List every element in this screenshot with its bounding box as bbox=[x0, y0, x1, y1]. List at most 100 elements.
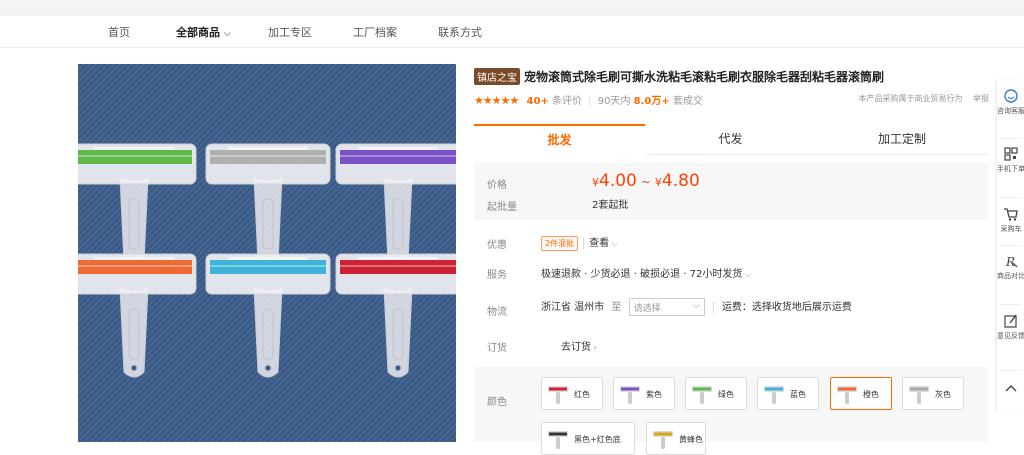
sidebar-label: 采购车 bbox=[1000, 225, 1022, 233]
color-option[interactable]: 蓝色 bbox=[757, 377, 819, 410]
back-to-top-button[interactable] bbox=[997, 382, 1024, 394]
sidebar-item-cart[interactable]: 采购车 bbox=[997, 206, 1024, 234]
to-label: 至 bbox=[611, 302, 622, 313]
divider bbox=[712, 301, 714, 313]
shop-nav-bar: 首页 全部商品 ⌵ 加工专区 工厂档案 联系方式 bbox=[0, 16, 1024, 48]
logistics-row: 浙江省 温州市 至 请选择 ⌵ 运费：选择收货地后展示运费 bbox=[541, 298, 852, 316]
logistics-label: 物流 bbox=[487, 307, 507, 318]
promo-row: 2件混批 查看 ⌵ bbox=[541, 234, 618, 251]
sidebar-label: 商品对比 bbox=[997, 272, 1024, 280]
color-option-label: 绿色 bbox=[718, 390, 734, 399]
color-option[interactable]: 紫色 bbox=[613, 377, 675, 410]
divider bbox=[1001, 197, 1021, 198]
price-min: 4.00 bbox=[599, 171, 637, 191]
color-option[interactable]: 绿色 bbox=[685, 377, 747, 410]
origin-location: 浙江省 温州市 bbox=[541, 302, 605, 313]
sidebar-label: 咨询客服 bbox=[997, 107, 1024, 115]
moq-label: 起批量 bbox=[487, 202, 517, 213]
divider bbox=[1001, 138, 1021, 139]
color-option[interactable]: 黄蜂色 bbox=[646, 422, 706, 455]
qrcode-icon bbox=[1004, 147, 1018, 161]
back-to-top-icon bbox=[1005, 385, 1017, 392]
product-title-row: 镇店之宝 宠物滚筒式除毛刷可撕水洗粘毛滚粘毛刷衣服除毛器刮粘毛器滚筒刷 bbox=[474, 66, 984, 85]
sidebar-item-customer-service[interactable]: 咨询客服 bbox=[997, 88, 1024, 116]
svg-text:R: R bbox=[1005, 255, 1015, 269]
color-option-label: 橙色 bbox=[863, 390, 879, 399]
divider: | bbox=[588, 96, 592, 107]
nav-item-all-products[interactable]: 全部商品 ⌵ bbox=[176, 24, 231, 40]
color-option-label: 蓝色 bbox=[790, 390, 806, 399]
report-link[interactable]: 举报 bbox=[973, 94, 989, 103]
color-option[interactable]: 灰色 bbox=[902, 377, 964, 410]
order-link[interactable]: 去订货 › bbox=[561, 338, 597, 353]
color-option-label: 黄蜂色 bbox=[679, 435, 703, 444]
compare-icon: R bbox=[1005, 255, 1018, 269]
color-option[interactable]: 黑色+红色底 bbox=[541, 422, 635, 455]
product-main-image[interactable] bbox=[78, 64, 456, 442]
moq-value: 2套起批 bbox=[592, 200, 629, 211]
chevron-right-icon: › bbox=[593, 343, 597, 353]
trade-note-text: 本产品采购属于商业贸易行为 bbox=[858, 94, 963, 103]
promo-label: 优惠 bbox=[487, 240, 507, 251]
right-toolbar: 咨询客服 手机下单 采购车 R 商品对比 意见反馈 bbox=[996, 80, 1024, 410]
sidebar-label: 手机下单 bbox=[997, 165, 1024, 173]
roller-thumbnail bbox=[909, 386, 929, 404]
sales-count: 8.0万+ bbox=[633, 96, 670, 107]
sidebar-item-mobile-order[interactable]: 手机下单 bbox=[997, 146, 1024, 174]
tab-dropship[interactable]: 代发 bbox=[645, 124, 816, 155]
range-separator: ~ bbox=[640, 175, 651, 189]
destination-select[interactable]: 请选择 ⌵ bbox=[628, 298, 705, 316]
top-utility-bar bbox=[0, 0, 1024, 16]
price-max: 4.80 bbox=[661, 171, 700, 191]
price-panel: 价格 ¥4.00 ~ ¥4.80 起批量 2套起批 bbox=[474, 163, 988, 220]
review-count[interactable]: 40+ bbox=[527, 96, 549, 107]
purchase-mode-tabs: 批发 代发 加工定制 bbox=[474, 124, 988, 155]
chevron-down-icon: ⌵ bbox=[224, 29, 231, 39]
divider bbox=[583, 237, 585, 249]
sales-suffix: 套成交 bbox=[672, 96, 703, 107]
chevron-down-icon: ⌵ bbox=[744, 270, 752, 280]
promo-view-text: 查看 bbox=[589, 238, 610, 249]
color-label: 颜色 bbox=[487, 397, 507, 408]
nav-item-processing[interactable]: 加工专区 bbox=[268, 24, 312, 40]
color-option-label: 紫色 bbox=[646, 390, 662, 399]
divider bbox=[1001, 304, 1021, 305]
color-option[interactable]: 红色 bbox=[541, 377, 603, 410]
currency-symbol: ¥ bbox=[592, 176, 599, 189]
product-title: 宠物滚筒式除毛刷可撕水洗粘毛滚粘毛刷衣服除毛器刮粘毛器滚筒刷 bbox=[524, 70, 885, 84]
feedback-icon bbox=[1004, 314, 1017, 328]
color-option-label: 灰色 bbox=[935, 390, 951, 399]
sidebar-item-feedback[interactable]: 意见反馈 bbox=[997, 313, 1024, 341]
service-row[interactable]: 极速退款 · 少货必退 · 破损必退 · 72小时发货 ⌵ bbox=[541, 265, 751, 280]
currency-symbol: ¥ bbox=[654, 176, 662, 189]
service-value: 极速退款 · 少货必退 · 破损必退 · 72小时发货 bbox=[541, 269, 743, 280]
tab-wholesale[interactable]: 批发 bbox=[474, 124, 645, 155]
chevron-down-icon: ⌵ bbox=[611, 239, 618, 249]
product-photo bbox=[78, 64, 456, 442]
sidebar-item-compare[interactable]: R 商品对比 bbox=[997, 253, 1024, 281]
sidebar-label: 意见反馈 bbox=[997, 332, 1024, 340]
color-option[interactable]: 橙色 bbox=[830, 377, 892, 410]
destination-placeholder: 请选择 bbox=[633, 304, 661, 314]
promo-view-link[interactable]: 查看 ⌵ bbox=[589, 238, 618, 249]
star-rating: ★★★★★ bbox=[474, 94, 519, 107]
order-label: 订货 bbox=[487, 343, 507, 354]
color-selector: 颜色 红色 紫色 绿色 蓝色 橙色 灰色黑色+红色底 黄蜂色 bbox=[474, 367, 988, 455]
nav-item-factory-profile[interactable]: 工厂档案 bbox=[353, 24, 397, 40]
chevron-down-icon: ⌵ bbox=[692, 301, 700, 311]
divider bbox=[1001, 370, 1021, 371]
roller-thumbnail bbox=[764, 386, 784, 404]
shipping-info: 运费：选择收货地后展示运费 bbox=[721, 302, 852, 313]
roller-thumbnail bbox=[837, 386, 857, 404]
promo-tag: 2件混批 bbox=[541, 236, 579, 251]
headset-icon bbox=[1004, 89, 1018, 103]
tab-custom-processing[interactable]: 加工定制 bbox=[816, 124, 988, 155]
nav-item-home[interactable]: 首页 bbox=[108, 24, 130, 40]
roller-thumbnail bbox=[692, 386, 712, 404]
shop-badge: 镇店之宝 bbox=[474, 68, 520, 85]
review-label: 条评价 bbox=[551, 96, 582, 107]
sales-prefix: 90天内 bbox=[597, 96, 631, 107]
roller-thumbnail bbox=[548, 386, 568, 404]
nav-item-contact[interactable]: 联系方式 bbox=[438, 24, 482, 40]
trade-note: 本产品采购属于商业贸易行为 举报 bbox=[858, 93, 989, 104]
